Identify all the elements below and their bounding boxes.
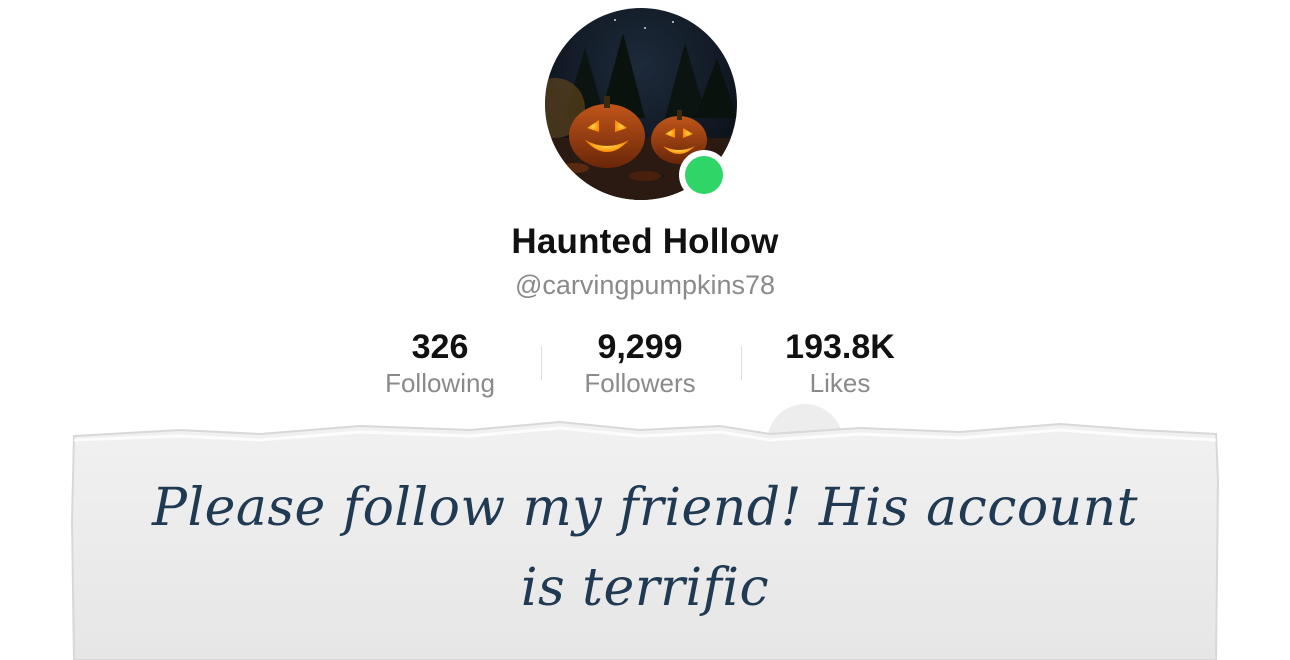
- profile-handle: @carvingpumpkins78: [514, 270, 776, 300]
- profile-stats: 326 Following 9,299 Followers 193.8K Lik…: [340, 326, 940, 406]
- stat-followers[interactable]: 9,299 Followers: [540, 326, 740, 398]
- stat-likes[interactable]: 193.8K Likes: [740, 326, 940, 398]
- note-text-line-2: is terrific: [520, 558, 770, 618]
- stat-following[interactable]: 326 Following: [340, 326, 540, 398]
- stat-likes-label: Likes: [809, 368, 871, 398]
- note-text-line-1: Please follow my friend! His account: [151, 478, 1139, 538]
- profile-display-name: Haunted Hollow: [511, 222, 779, 261]
- stat-followers-value: 9,299: [597, 328, 683, 366]
- stat-following-label: Following: [385, 368, 495, 398]
- stat-following-value: 326: [411, 328, 469, 366]
- stat-likes-value: 193.8K: [785, 328, 895, 366]
- online-status-badge: [679, 150, 729, 200]
- online-status-icon: [685, 156, 723, 194]
- stat-followers-label: Followers: [584, 368, 696, 398]
- profile-avatar[interactable]: [545, 8, 737, 200]
